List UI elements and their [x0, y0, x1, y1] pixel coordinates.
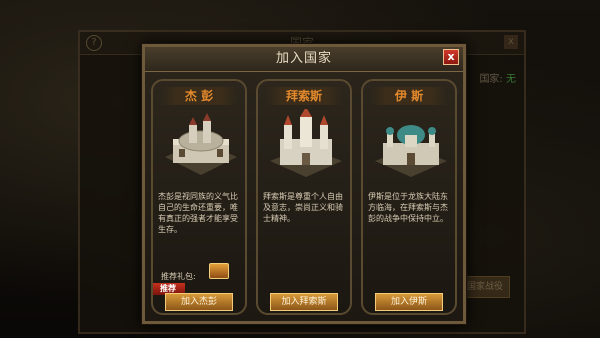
nation-label: 国家: [479, 74, 503, 85]
kingdom-description: 拜索斯是尊重个人自由及意志，崇尚正义和骑士精神。 [263, 192, 343, 223]
gift-chest-icon[interactable] [209, 263, 229, 279]
kingdom-name: 拜索斯 [266, 87, 342, 105]
join-baisuosi-button[interactable]: 加入拜索斯 [270, 293, 338, 311]
castle-illustration [264, 107, 344, 183]
kingdom-cards: 杰 彭 杰彭是视同族的义气比自己的生命还重要，唯有真正的强者才能享受生存。 推荐… [151, 79, 457, 315]
background-close-icon[interactable]: x [504, 35, 518, 49]
join-yisi-button[interactable]: 加入伊斯 [375, 293, 443, 311]
kingdom-card-yisi: 伊 斯 伊斯是位于龙族大陆东方临海，在拜索斯与杰彭的战争中保持中立。 加入伊斯 [361, 79, 457, 315]
kingdom-description: 杰彭是视同族的义气比自己的生命还重要，唯有真正的强者才能享受生存。 [158, 192, 238, 234]
kingdom-card-baisuosi: 拜索斯 拜索斯是尊重个人自由及意志，崇尚正义和骑士精神。 加入拜索斯 [256, 79, 352, 315]
kingdom-card-jiepeng: 杰 彭 杰彭是视同族的义气比自己的生命还重要，唯有真正的强者才能享受生存。 推荐… [151, 79, 247, 315]
kingdom-name: 伊 斯 [371, 87, 447, 105]
nation-value: 无 [506, 74, 516, 85]
kingdom-name: 杰 彭 [161, 87, 237, 105]
castle-illustration [159, 109, 239, 183]
kingdom-description: 伊斯是位于龙族大陆东方临海，在拜索斯与杰彭的战争中保持中立。 [368, 192, 448, 223]
join-nation-modal: 加入国家 x 杰 彭 杰彭是视同族的义气比自己的生命还重要，唯有真正的强者才能享… [142, 44, 466, 324]
nation-status: 国家: 无 [479, 70, 516, 85]
nation-battle-button[interactable]: 国家战役 [460, 276, 510, 298]
help-icon[interactable]: ? [86, 35, 102, 51]
modal-title: 加入国家 [275, 51, 332, 66]
modal-header: 加入国家 x [145, 47, 463, 72]
close-button[interactable]: x [443, 49, 459, 65]
recommended-gift-label: 推荐礼包: [161, 272, 196, 281]
join-jiepeng-button[interactable]: 加入杰彭 [165, 293, 233, 311]
castle-illustration [369, 109, 449, 183]
